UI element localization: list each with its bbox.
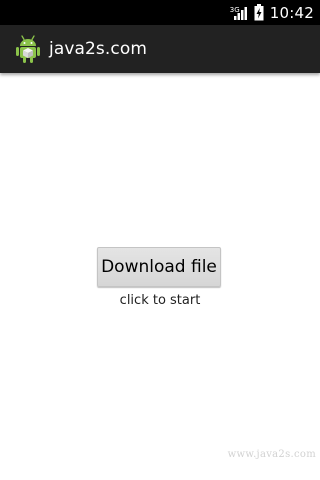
- status-clock: 10:42: [269, 3, 314, 22]
- main-content: Download file click to start www.java2s.…: [0, 73, 320, 480]
- signal-indicator: 3G: [229, 5, 248, 21]
- android-icon[interactable]: [13, 34, 43, 64]
- status-bar: 3G 10:42: [0, 0, 320, 25]
- app-title: java2s.com: [49, 39, 148, 59]
- status-icons: 3G 10:42: [229, 0, 314, 25]
- action-bar: java2s.com: [0, 25, 320, 73]
- network-type-label: 3G: [229, 5, 240, 14]
- hint-text: click to start: [119, 293, 201, 308]
- app-screen: 3G 10:42 java2s.com Download file click …: [0, 0, 320, 480]
- battery-icon: [254, 4, 264, 21]
- download-file-button[interactable]: Download file: [97, 247, 221, 287]
- watermark-text: www.java2s.com: [227, 449, 316, 460]
